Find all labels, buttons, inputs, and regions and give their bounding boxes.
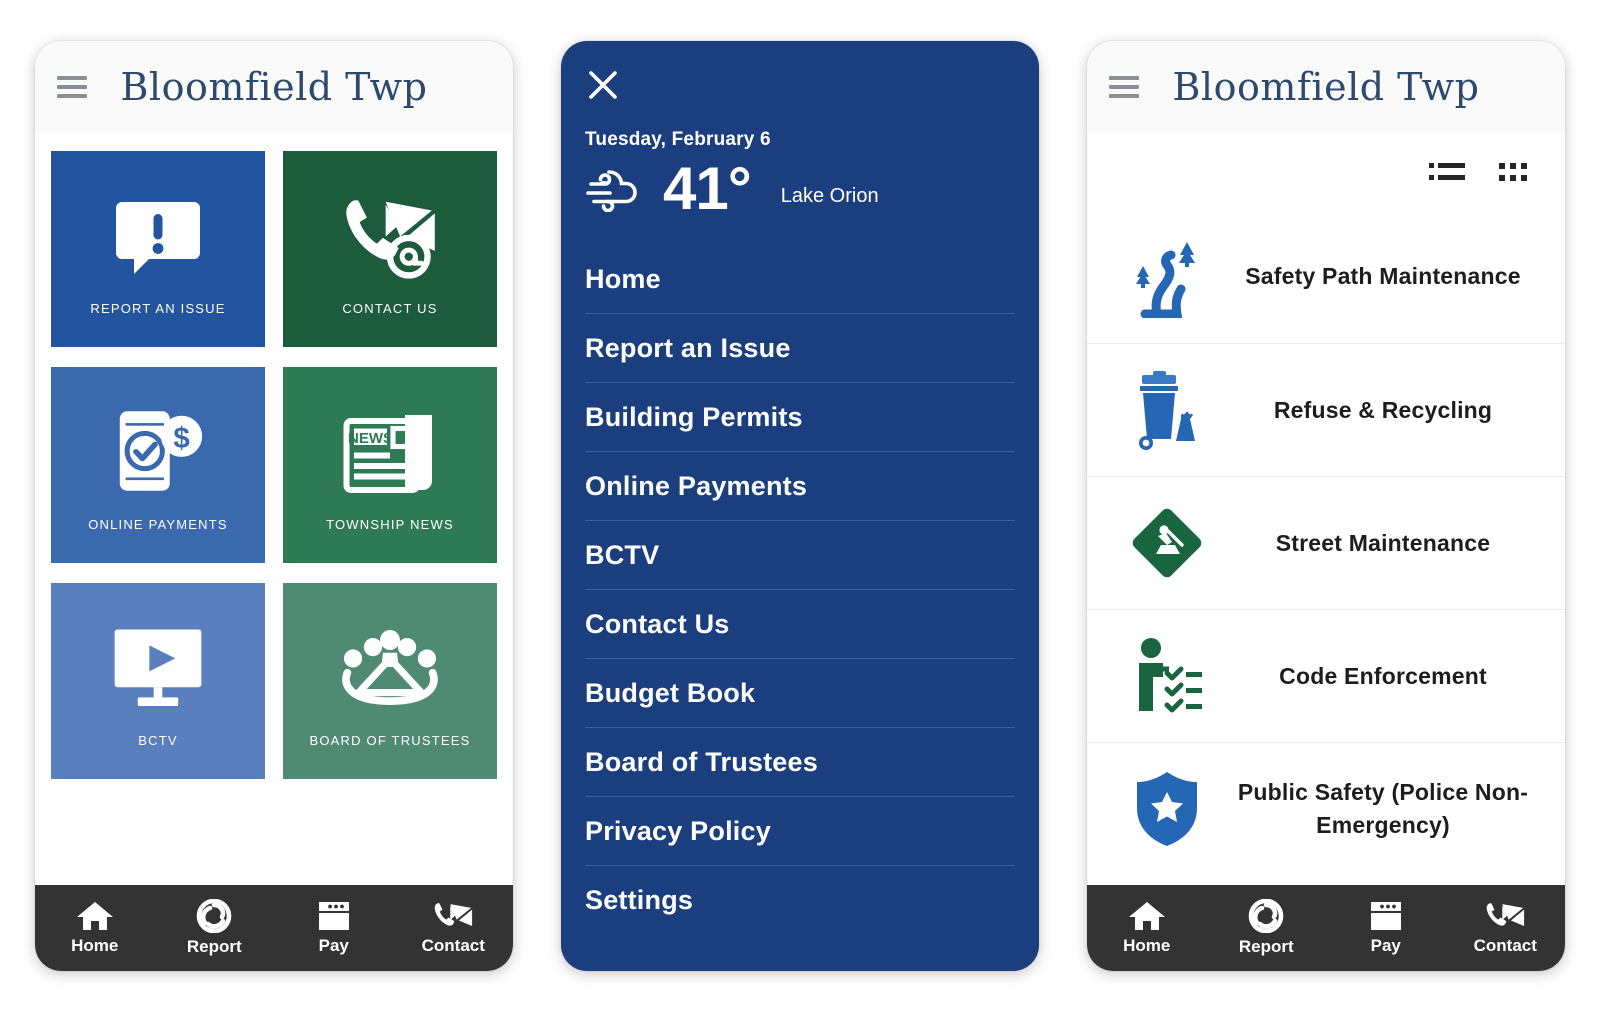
weather-temperature: 41°	[663, 155, 752, 222]
browser-window-icon	[1369, 900, 1403, 932]
menu-item-online-payments[interactable]: Online Payments	[585, 452, 1015, 521]
road-work-sign-icon	[1101, 504, 1233, 582]
page-title: Bloomfield Twp	[120, 65, 428, 109]
nav-label: Home	[1123, 936, 1171, 955]
tile-online-payments[interactable]: $ ONLINE PAYMENTS	[51, 367, 265, 563]
tile-label: ONLINE PAYMENTS	[88, 516, 228, 532]
grid-view-icon[interactable]	[1499, 159, 1529, 190]
camera-shutter-icon	[196, 899, 232, 933]
tile-label: BOARD OF TRUSTEES	[309, 732, 471, 748]
tile-label: TOWNSHIP NEWS	[326, 516, 454, 532]
phone-home-screen: Bloomfield Twp REPORT AN ISSUE CONTACT U…	[35, 41, 513, 971]
menu-item-report-an-issue[interactable]: Report an Issue	[585, 314, 1015, 383]
menu-item-contact-us[interactable]: Contact Us	[585, 590, 1015, 659]
bottom-nav-home: Home Report Pay Contact	[35, 885, 513, 971]
screenshot-stage: Bloomfield Twp REPORT AN ISSUE CONTACT U…	[0, 0, 1600, 1012]
nav-label: Pay	[1370, 936, 1401, 955]
phone-services-screen: Bloomfield Twp Safety Path Maintenance R…	[1087, 41, 1565, 971]
camera-shutter-icon	[1248, 899, 1284, 933]
phone-envelope-icon	[1485, 900, 1525, 932]
menu-panel: Tuesday, February 6 41° Lake Orion Home	[561, 41, 1039, 971]
nav-item-contact[interactable]: Contact	[1446, 900, 1566, 956]
nav-label: Pay	[318, 936, 349, 955]
list-item-label: Public Safety (Police Non-Emergency)	[1237, 779, 1529, 838]
page-title: Bloomfield Twp	[1172, 65, 1480, 109]
list-item-label: Refuse & Recycling	[1273, 396, 1493, 423]
person-checklist-icon	[1101, 635, 1233, 717]
list-item-public-safety[interactable]: Public Safety (Police Non-Emergency)	[1087, 742, 1565, 875]
nav-item-report[interactable]: Report	[155, 899, 275, 957]
list-item-label: Safety Path Maintenance	[1245, 263, 1521, 290]
home-tile-grid: REPORT AN ISSUE CONTACT US $ ONLINE PAYM…	[35, 133, 513, 885]
list-view-icon[interactable]	[1429, 159, 1465, 190]
list-item-label: Street Maintenance	[1275, 529, 1491, 556]
alert-speech-bubble-icon	[110, 183, 206, 287]
tile-label: REPORT AN ISSUE	[90, 300, 226, 316]
browser-window-icon	[317, 900, 351, 932]
tile-bctv[interactable]: BCTV	[51, 583, 265, 779]
list-item-safety-path-maintenance[interactable]: Safety Path Maintenance	[1087, 210, 1565, 343]
svg-text:$: $	[173, 422, 189, 455]
bottom-nav-services: Home Report Pay Contact	[1087, 885, 1565, 971]
hamburger-icon[interactable]	[1109, 76, 1139, 98]
wind-cloud-icon	[585, 162, 647, 217]
list-item-street-maintenance[interactable]: Street Maintenance	[1087, 476, 1565, 609]
services-app-bar: Bloomfield Twp	[1087, 41, 1565, 133]
trash-bin-bag-icon	[1101, 369, 1233, 451]
menu-item-privacy-policy[interactable]: Privacy Policy	[585, 797, 1015, 866]
newspaper-icon: NEWS	[339, 399, 441, 503]
shield-star-icon	[1101, 769, 1233, 849]
menu-item-bctv[interactable]: BCTV	[585, 521, 1015, 590]
list-item-refuse-and-recycling[interactable]: Refuse & Recycling	[1087, 343, 1565, 476]
phone-envelope-at-icon	[338, 183, 442, 287]
menu-item-settings[interactable]: Settings	[585, 866, 1015, 934]
view-toggle-group	[1087, 133, 1565, 210]
weather-row: 41° Lake Orion	[585, 159, 1015, 219]
nav-item-home[interactable]: Home	[1087, 900, 1207, 956]
menu-item-board-of-trustees[interactable]: Board of Trustees	[585, 728, 1015, 797]
nav-item-report[interactable]: Report	[1207, 899, 1327, 957]
menu-item-budget-book[interactable]: Budget Book	[585, 659, 1015, 728]
close-x-icon[interactable]	[585, 67, 621, 103]
tile-label: BCTV	[138, 732, 178, 748]
svg-text:NEWS: NEWS	[348, 429, 393, 446]
monitor-play-icon	[106, 615, 210, 719]
nav-label: Report	[1238, 937, 1294, 956]
tile-label: CONTACT US	[342, 300, 438, 316]
house-icon	[76, 900, 114, 932]
home-app-bar: Bloomfield Twp	[35, 41, 513, 133]
weather-city: Lake Orion	[780, 184, 879, 207]
phone-dollar-check-icon: $	[108, 399, 208, 503]
nav-label: Home	[71, 936, 119, 955]
group-people-icon	[336, 615, 444, 719]
menu-item-home[interactable]: Home	[585, 245, 1015, 314]
house-icon	[1128, 900, 1166, 932]
menu-item-list: Home Report an Issue Building Permits On…	[585, 245, 1015, 934]
nav-label: Contact	[1473, 936, 1537, 955]
tile-township-news[interactable]: NEWS TOWNSHIP NEWS	[283, 367, 497, 563]
hamburger-icon[interactable]	[57, 76, 87, 98]
phone-envelope-icon	[433, 900, 473, 932]
tile-board-of-trustees[interactable]: BOARD OF TRUSTEES	[283, 583, 497, 779]
services-list: Safety Path Maintenance Refuse & Recycli…	[1087, 210, 1565, 885]
tile-contact-us[interactable]: CONTACT US	[283, 151, 497, 347]
list-item-code-enforcement[interactable]: Code Enforcement	[1087, 609, 1565, 742]
weather-date: Tuesday, February 6	[585, 129, 771, 150]
nav-item-home[interactable]: Home	[35, 900, 155, 956]
phone-menu-screen: Tuesday, February 6 41° Lake Orion Home	[561, 41, 1039, 971]
nav-item-pay[interactable]: Pay	[274, 900, 394, 956]
menu-item-building-permits[interactable]: Building Permits	[585, 383, 1015, 452]
nav-item-contact[interactable]: Contact	[394, 900, 514, 956]
winding-path-trees-icon	[1101, 236, 1233, 318]
nav-label: Report	[186, 937, 242, 956]
nav-label: Contact	[421, 936, 485, 955]
nav-item-pay[interactable]: Pay	[1326, 900, 1446, 956]
list-item-label: Code Enforcement	[1279, 662, 1487, 689]
tile-report-an-issue[interactable]: REPORT AN ISSUE	[51, 151, 265, 347]
